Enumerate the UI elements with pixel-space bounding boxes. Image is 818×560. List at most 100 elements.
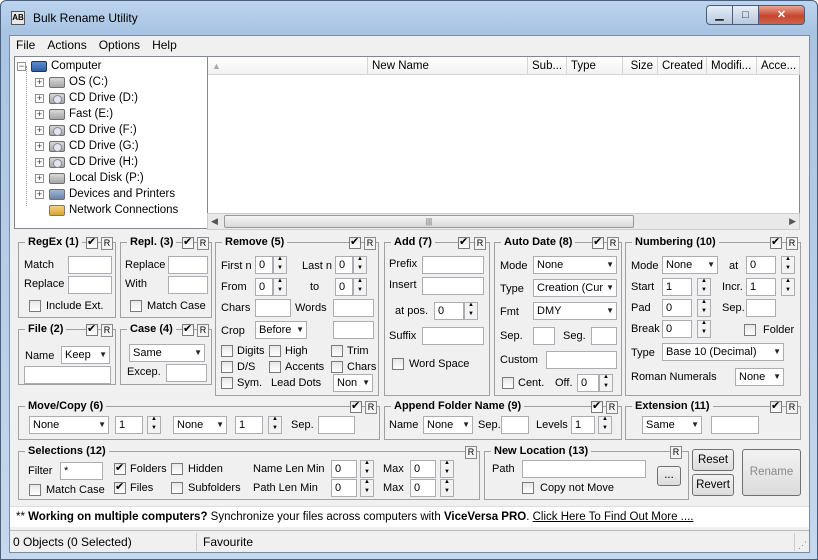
- lead-dots-select[interactable]: Non: [333, 374, 373, 392]
- words-input[interactable]: [333, 299, 374, 317]
- accents-checkbox[interactable]: [269, 361, 281, 373]
- word-space-checkbox[interactable]: [392, 358, 404, 370]
- ds-checkbox[interactable]: [221, 361, 233, 373]
- movecopy-enable-checkbox[interactable]: [350, 399, 362, 413]
- suffix-input[interactable]: [422, 327, 484, 345]
- column-sub[interactable]: Sub...: [528, 57, 567, 75]
- off-spinner[interactable]: [599, 374, 613, 392]
- expand-icon[interactable]: +: [35, 126, 44, 135]
- seg-input[interactable]: [591, 327, 617, 345]
- replace-reset-button[interactable]: R: [197, 237, 209, 250]
- case-select[interactable]: Same: [129, 344, 205, 362]
- path-len-min-input[interactable]: 0: [331, 479, 357, 497]
- crop-input[interactable]: [333, 321, 374, 339]
- minimize-button[interactable]: ▁: [706, 5, 733, 25]
- at-pos-spinner[interactable]: [464, 302, 478, 320]
- date-mode-select[interactable]: None: [533, 256, 617, 274]
- extension-select[interactable]: Same: [642, 416, 702, 434]
- regex-enable-checkbox[interactable]: [86, 235, 98, 249]
- to-input[interactable]: 0: [335, 278, 353, 296]
- expand-icon[interactable]: +: [35, 94, 44, 103]
- file-reset-button[interactable]: R: [101, 324, 113, 337]
- num-sep-input[interactable]: [746, 299, 776, 317]
- digits-checkbox[interactable]: [221, 345, 233, 357]
- prefix-input[interactable]: [422, 256, 484, 274]
- menu-help[interactable]: Help: [146, 36, 183, 52]
- numbering-reset-button[interactable]: R: [786, 237, 798, 250]
- expand-icon[interactable]: +: [35, 78, 44, 87]
- replace-enable-checkbox[interactable]: [182, 235, 194, 249]
- first-n-input[interactable]: 0: [255, 256, 273, 274]
- title-bar[interactable]: AB Bulk Rename Utility ▁ □ ✕: [1, 1, 817, 35]
- num-type-select[interactable]: Base 10 (Decimal): [662, 343, 784, 361]
- file-name-select[interactable]: Keep: [61, 346, 110, 364]
- roman-select[interactable]: None: [735, 368, 784, 386]
- insert-input[interactable]: [422, 277, 484, 295]
- menu-options[interactable]: Options: [93, 36, 146, 52]
- trim-checkbox[interactable]: [331, 345, 343, 357]
- selections-reset-button[interactable]: R: [465, 446, 477, 459]
- chars-checkbox[interactable]: [331, 361, 343, 373]
- menu-file[interactable]: File: [10, 36, 41, 52]
- movecopy-select-1[interactable]: None: [29, 416, 109, 434]
- date-type-select[interactable]: Creation (Cur: [533, 279, 617, 297]
- file-list[interactable]: ▲ New Name Sub... Type Size Created Modi…: [207, 56, 800, 229]
- regex-match-input[interactable]: [68, 256, 112, 274]
- extension-input[interactable]: [711, 416, 759, 434]
- levels-spinner[interactable]: [598, 416, 612, 434]
- case-enable-checkbox[interactable]: [182, 322, 194, 336]
- movecopy-spinner-1[interactable]: [147, 416, 161, 434]
- pad-input[interactable]: 0: [662, 299, 692, 317]
- case-reset-button[interactable]: R: [197, 324, 209, 337]
- last-n-spinner[interactable]: [353, 256, 367, 274]
- append-name-select[interactable]: None: [423, 416, 473, 434]
- rename-button[interactable]: Rename: [742, 449, 801, 496]
- remove-reset-button[interactable]: R: [364, 237, 376, 250]
- include-ext-checkbox[interactable]: [29, 300, 41, 312]
- start-input[interactable]: 1: [662, 278, 692, 296]
- resize-grip-icon[interactable]: ⋰: [798, 540, 807, 551]
- extension-enable-checkbox[interactable]: [770, 399, 782, 413]
- at-pos-input[interactable]: 0: [434, 302, 464, 320]
- expand-icon[interactable]: +: [35, 110, 44, 119]
- movecopy-num-1[interactable]: 1: [115, 416, 143, 434]
- appendfolder-reset-button[interactable]: R: [606, 401, 618, 414]
- filter-input[interactable]: *: [60, 462, 103, 480]
- to-spinner[interactable]: [353, 278, 367, 296]
- browse-button[interactable]: ...: [657, 466, 681, 486]
- fmt-select[interactable]: DMY: [533, 302, 617, 320]
- column-type[interactable]: Type: [567, 57, 623, 75]
- autodate-reset-button[interactable]: R: [607, 237, 619, 250]
- folders-checkbox[interactable]: [114, 461, 126, 475]
- column-created[interactable]: Created: [658, 57, 707, 75]
- horizontal-scrollbar[interactable]: ◀ ||| ▶: [207, 213, 800, 230]
- movecopy-select-2[interactable]: None: [173, 416, 227, 434]
- reset-button[interactable]: Reset: [692, 449, 734, 471]
- break-input[interactable]: 0: [662, 320, 692, 338]
- incr-input[interactable]: 1: [746, 278, 776, 296]
- replace-match-case-checkbox[interactable]: [130, 300, 142, 312]
- custom-input[interactable]: [546, 351, 617, 369]
- scroll-thumb[interactable]: |||: [224, 215, 634, 228]
- column-accessed[interactable]: Acce...: [757, 57, 800, 75]
- add-reset-button[interactable]: R: [474, 237, 486, 250]
- num-at-input[interactable]: 0: [746, 256, 776, 274]
- with-input[interactable]: [168, 276, 208, 294]
- file-name-input[interactable]: [24, 366, 111, 384]
- path-len-max-spinner[interactable]: [440, 479, 454, 497]
- name-len-min-input[interactable]: 0: [331, 460, 357, 478]
- num-at-spinner[interactable]: [781, 256, 795, 274]
- date-sep-input[interactable]: [533, 327, 555, 345]
- subfolders-checkbox[interactable]: [171, 482, 183, 494]
- path-input[interactable]: [522, 460, 646, 478]
- from-input[interactable]: 0: [255, 278, 273, 296]
- break-spinner[interactable]: [697, 320, 711, 338]
- movecopy-num-2[interactable]: 1: [235, 416, 263, 434]
- name-len-min-spinner[interactable]: [360, 460, 374, 478]
- replace-input[interactable]: [168, 256, 208, 274]
- files-checkbox[interactable]: [114, 480, 126, 494]
- close-button[interactable]: ✕: [758, 5, 805, 25]
- autodate-enable-checkbox[interactable]: [592, 235, 604, 249]
- high-checkbox[interactable]: [269, 345, 281, 357]
- append-sep-input[interactable]: [501, 416, 529, 434]
